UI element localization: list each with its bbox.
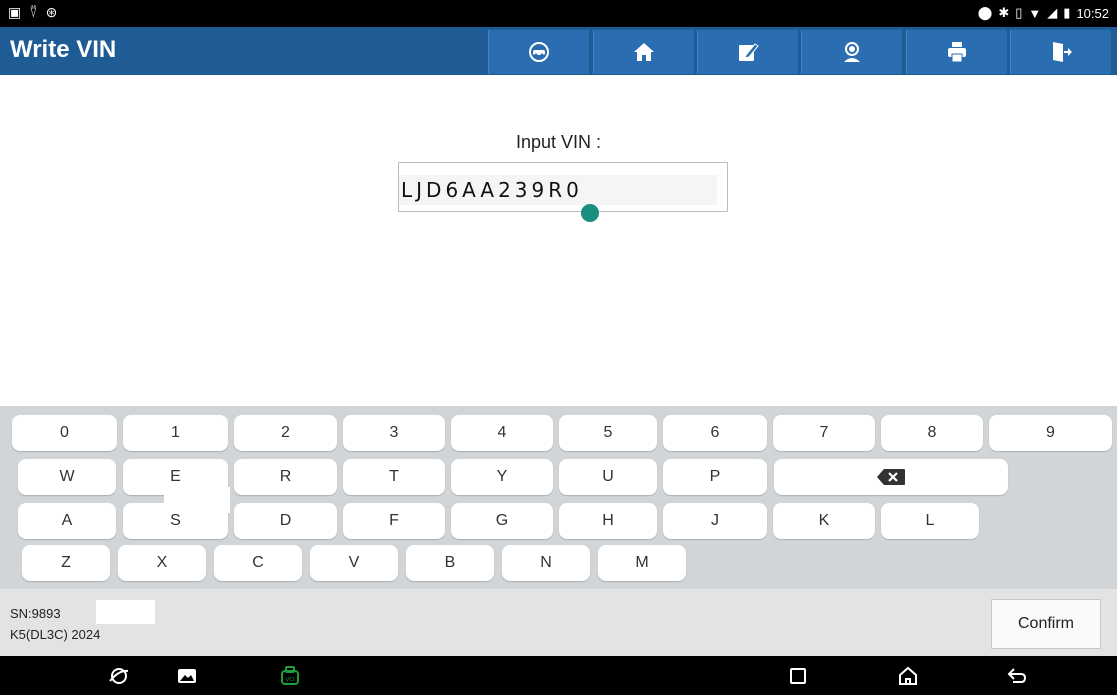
edit-button[interactable] bbox=[697, 30, 798, 74]
print-icon bbox=[948, 42, 966, 63]
vci-icon[interactable]: VCI bbox=[278, 664, 302, 688]
key-0[interactable]: 0 bbox=[12, 415, 117, 451]
backspace-icon bbox=[877, 469, 905, 485]
key-5[interactable]: 5 bbox=[559, 415, 657, 451]
vehicle-model: K5(DL3C) 2024 bbox=[10, 627, 101, 642]
status-bar: ▣ ⍢ ⊛ ⬤ ✱ ▯ ▼ ◢ ▮ 10:52 bbox=[0, 0, 1117, 27]
key-9[interactable]: 9 bbox=[989, 415, 1112, 451]
key-6[interactable]: 6 bbox=[663, 415, 767, 451]
notification-icon: ▣ bbox=[8, 4, 22, 20]
vin-input-inner: LJD6AA239R0 bbox=[399, 175, 717, 205]
home-nav-icon[interactable] bbox=[896, 664, 920, 688]
key-A[interactable]: A bbox=[18, 503, 116, 539]
key-R[interactable]: R bbox=[234, 459, 337, 495]
key-B[interactable]: B bbox=[406, 545, 494, 581]
key-W[interactable]: W bbox=[18, 459, 116, 495]
vin-label: Input VIN : bbox=[515, 132, 602, 152]
globe-car-icon bbox=[529, 42, 549, 62]
key-1[interactable]: 1 bbox=[123, 415, 228, 451]
vin-input[interactable]: LJD6AA239R0 bbox=[398, 162, 728, 222]
key-H[interactable]: H bbox=[559, 503, 657, 539]
print-button[interactable] bbox=[906, 30, 1007, 74]
page-title: Write VIN bbox=[10, 36, 117, 63]
status-right: ⬤ ✱ ▯ ▼ ◢ ▮ 10:52 bbox=[978, 5, 1109, 21]
key-G[interactable]: G bbox=[451, 503, 553, 539]
key-Y[interactable]: Y bbox=[451, 459, 553, 495]
exit-icon bbox=[1053, 42, 1072, 62]
settings-icon: ⊛ bbox=[45, 4, 58, 20]
wifi-icon: ▼ bbox=[1028, 5, 1042, 21]
support-button[interactable] bbox=[801, 30, 902, 74]
usb-icon: ⍢ bbox=[29, 4, 38, 20]
key-M[interactable]: M bbox=[598, 545, 686, 581]
key-V[interactable]: V bbox=[310, 545, 398, 581]
key-C[interactable]: C bbox=[214, 545, 302, 581]
edit-icon bbox=[739, 43, 759, 61]
clock: 10:52 bbox=[1076, 5, 1109, 21]
key-3[interactable]: 3 bbox=[343, 415, 445, 451]
key-2[interactable]: 2 bbox=[234, 415, 337, 451]
key-F[interactable]: F bbox=[343, 503, 445, 539]
location-icon: ⬤ bbox=[977, 5, 993, 20]
title-bar: Write VIN bbox=[0, 27, 1117, 75]
key-L[interactable]: L bbox=[881, 503, 979, 539]
key-N[interactable]: N bbox=[502, 545, 590, 581]
svg-text:VCI: VCI bbox=[286, 677, 294, 683]
navigation-bar: VCI bbox=[0, 656, 1117, 695]
support-icon bbox=[844, 42, 860, 62]
gallery-icon[interactable] bbox=[175, 664, 199, 688]
footer-bar: SN:9893 K5(DL3C) 2024 Confirm bbox=[0, 589, 1117, 656]
vin-value: LJD6AA239R0 bbox=[401, 178, 583, 202]
status-left-icons: ▣ ⍢ ⊛ bbox=[8, 4, 57, 21]
key-X[interactable]: X bbox=[118, 545, 206, 581]
text-cursor-handle[interactable] bbox=[581, 204, 599, 222]
key-K[interactable]: K bbox=[773, 503, 875, 539]
key-U[interactable]: U bbox=[559, 459, 657, 495]
redaction-patch bbox=[164, 487, 230, 513]
bluetooth-icon: ✱ bbox=[998, 5, 1010, 20]
home-icon bbox=[634, 43, 654, 61]
signal-icon: ◢ bbox=[1047, 5, 1058, 20]
vibrate-icon: ▯ bbox=[1015, 5, 1023, 20]
main-content: Input VIN : LJD6AA239R0 bbox=[0, 75, 1117, 406]
key-T[interactable]: T bbox=[343, 459, 445, 495]
key-8[interactable]: 8 bbox=[881, 415, 983, 451]
home-button[interactable] bbox=[593, 30, 694, 74]
key-7[interactable]: 7 bbox=[773, 415, 875, 451]
key-D[interactable]: D bbox=[234, 503, 337, 539]
back-icon[interactable] bbox=[1005, 664, 1029, 688]
redaction-patch-sn bbox=[96, 600, 155, 624]
key-P[interactable]: P bbox=[663, 459, 767, 495]
key-Z[interactable]: Z bbox=[22, 545, 110, 581]
recent-apps-icon[interactable] bbox=[786, 664, 810, 688]
key-J[interactable]: J bbox=[663, 503, 767, 539]
backspace-key[interactable] bbox=[774, 459, 1008, 495]
key-4[interactable]: 4 bbox=[451, 415, 553, 451]
battery-icon: ▮ bbox=[1063, 5, 1071, 20]
exit-button[interactable] bbox=[1010, 30, 1111, 74]
confirm-button[interactable]: Confirm bbox=[991, 599, 1101, 649]
browser-icon[interactable] bbox=[107, 664, 131, 688]
globe-car-button[interactable] bbox=[488, 30, 589, 74]
serial-number: SN:9893 bbox=[10, 606, 61, 621]
